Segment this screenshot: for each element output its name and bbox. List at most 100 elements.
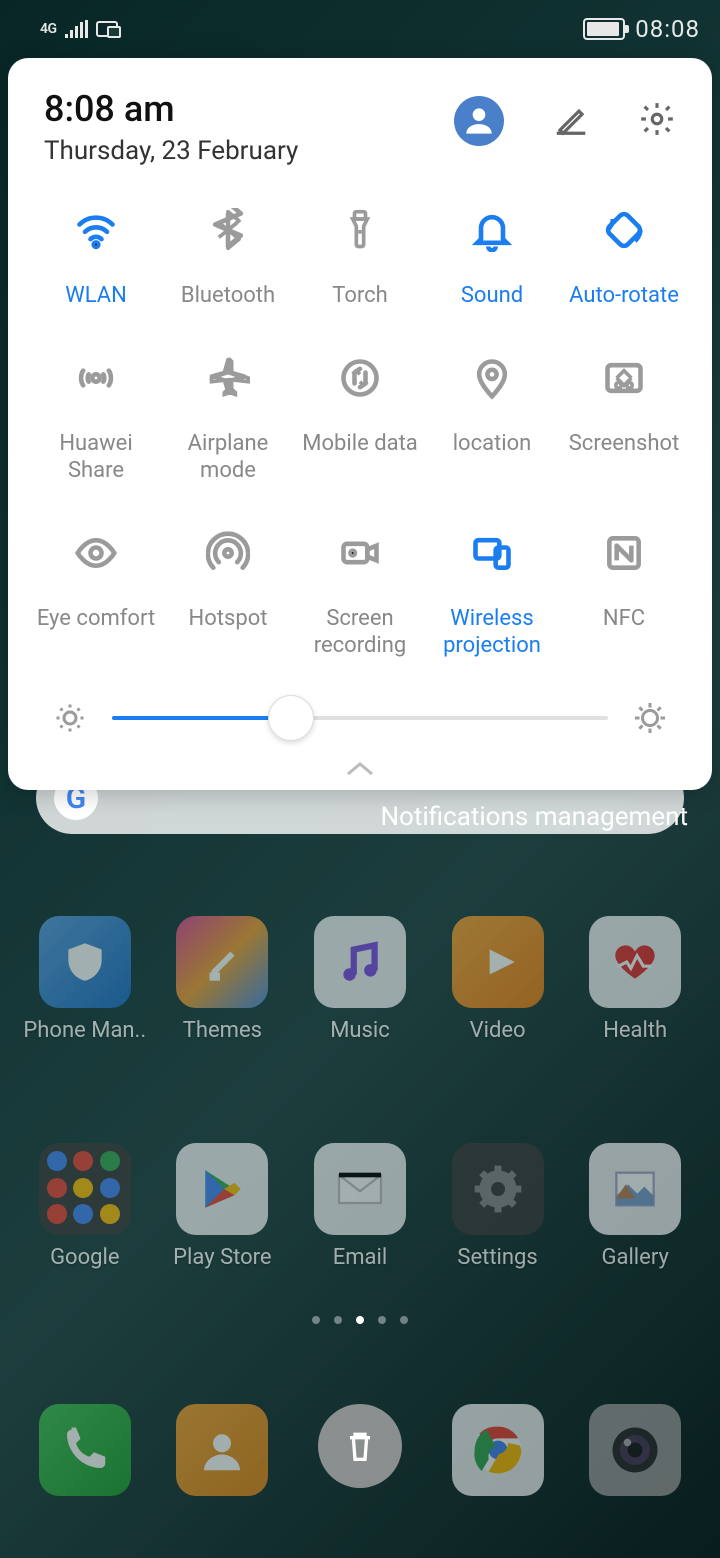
app-phone-man-[interactable]: Phone Man.. bbox=[16, 916, 154, 1043]
qs-tile-label: WLAN bbox=[65, 282, 127, 310]
app-label: Google bbox=[50, 1245, 119, 1270]
qs-tile-mobiledata[interactable]: Mobile data bbox=[296, 346, 424, 485]
contact-icon bbox=[176, 1404, 268, 1496]
app-google[interactable]: Google bbox=[16, 1143, 154, 1270]
app-settings[interactable]: Settings bbox=[429, 1143, 567, 1270]
qs-tile-location[interactable]: location bbox=[428, 346, 556, 485]
app-label: Themes bbox=[183, 1018, 262, 1043]
settings-button[interactable] bbox=[638, 100, 676, 142]
app-play-store[interactable]: Play Store bbox=[154, 1143, 292, 1270]
qs-tile-autorotate[interactable]: Auto-rotate bbox=[560, 198, 688, 310]
camcorder-icon bbox=[328, 521, 392, 585]
qs-tile-eyecomfort[interactable]: Eye comfort bbox=[32, 521, 160, 660]
music-icon bbox=[314, 916, 406, 1008]
qs-date: Thursday, 23 February bbox=[44, 136, 298, 166]
share-waves-icon bbox=[64, 346, 128, 410]
battery-icon bbox=[583, 18, 625, 40]
nfc-icon bbox=[592, 521, 656, 585]
qs-tile-label: Eye comfort bbox=[37, 605, 155, 633]
qs-tile-label: Sound bbox=[461, 282, 523, 310]
profile-button[interactable] bbox=[454, 96, 504, 146]
qs-tile-screenshot[interactable]: Screenshot bbox=[560, 346, 688, 485]
hotspot-icon bbox=[196, 521, 260, 585]
notifications-management-link[interactable]: Notifications management bbox=[8, 792, 712, 842]
app-contacts[interactable]: Contacts bbox=[154, 1404, 292, 1496]
eye-icon bbox=[64, 521, 128, 585]
app-trash[interactable]: Trash bbox=[291, 1404, 429, 1496]
rotate-icon bbox=[592, 198, 656, 262]
app-label: Health bbox=[603, 1018, 667, 1043]
cast-status-icon bbox=[96, 21, 118, 37]
network-badge: 4G bbox=[40, 21, 57, 37]
qs-tile-label: location bbox=[453, 430, 532, 458]
app-chrome[interactable]: Chrome bbox=[429, 1404, 567, 1496]
qs-tile-label: Bluetooth bbox=[181, 282, 275, 310]
app-grid: Phone Man.. Themes Music Video Health Google P… bbox=[16, 916, 704, 1270]
playstore-icon bbox=[176, 1143, 268, 1235]
wifi-icon bbox=[64, 198, 128, 262]
brightness-track[interactable] bbox=[112, 716, 608, 720]
flashlight-icon bbox=[328, 198, 392, 262]
brightness-thumb[interactable] bbox=[268, 695, 314, 741]
qs-tile-sound[interactable]: Sound bbox=[428, 198, 556, 310]
qs-tile-label: Airplane mode bbox=[164, 430, 292, 485]
qs-tile-hotspot[interactable]: Hotspot bbox=[164, 521, 292, 660]
qs-tile-label: Wireless projection bbox=[428, 605, 556, 660]
app-label: Play Store bbox=[173, 1245, 271, 1270]
app-label: Email bbox=[333, 1245, 387, 1270]
app-gallery[interactable]: Gallery bbox=[566, 1143, 704, 1270]
folder-icon bbox=[39, 1143, 131, 1235]
qs-tile-label: NFC bbox=[603, 605, 645, 633]
app-health[interactable]: Health bbox=[566, 916, 704, 1043]
app-music[interactable]: Music bbox=[291, 916, 429, 1043]
qs-tile-label: Mobile data bbox=[302, 430, 417, 458]
cast-icon bbox=[460, 521, 524, 585]
app-label: Settings bbox=[457, 1245, 537, 1270]
envelope-icon bbox=[314, 1143, 406, 1235]
expand-toggle[interactable] bbox=[32, 760, 688, 778]
brush-icon bbox=[176, 916, 268, 1008]
airplane-icon bbox=[196, 346, 260, 410]
qs-tile-nfc[interactable]: NFC bbox=[560, 521, 688, 660]
app-email[interactable]: Email bbox=[291, 1143, 429, 1270]
dock: PhoneContactsTrashChromeCamera bbox=[16, 1404, 704, 1496]
qs-tile-wlan[interactable]: WLAN bbox=[32, 198, 160, 310]
qs-tile-torch[interactable]: Torch bbox=[296, 198, 424, 310]
heart-icon bbox=[589, 916, 681, 1008]
qs-tile-screenrec[interactable]: Screen recording bbox=[296, 521, 424, 660]
pencil-icon bbox=[552, 100, 590, 138]
brightness-low-icon bbox=[52, 700, 88, 736]
qs-tile-wirelessproj[interactable]: Wireless projection bbox=[428, 521, 556, 660]
qs-tile-airplane[interactable]: Airplane mode bbox=[164, 346, 292, 485]
quick-settings-panel: 8:08 am Thursday, 23 February WLAN Blueto… bbox=[8, 58, 712, 790]
app-phone[interactable]: Phone bbox=[16, 1404, 154, 1496]
qs-tile-label: Screen recording bbox=[296, 605, 424, 660]
qs-tile-label: Hotspot bbox=[189, 605, 268, 633]
edit-button[interactable] bbox=[552, 100, 590, 142]
page-indicator bbox=[0, 1316, 720, 1324]
qs-header: 8:08 am Thursday, 23 February bbox=[32, 90, 688, 166]
qs-tile-label: Auto-rotate bbox=[569, 282, 679, 310]
status-time: 08:08 bbox=[635, 15, 700, 43]
bluetooth-icon bbox=[196, 198, 260, 262]
signal-bars-icon bbox=[65, 20, 88, 38]
app-video[interactable]: Video bbox=[429, 916, 567, 1043]
app-label: Gallery bbox=[602, 1245, 669, 1270]
qs-tile-bluetooth[interactable]: Bluetooth bbox=[164, 198, 292, 310]
app-themes[interactable]: Themes bbox=[154, 916, 292, 1043]
shield-icon bbox=[39, 916, 131, 1008]
qs-tile-label: Huawei Share bbox=[32, 430, 160, 485]
status-bar: 4G 08:08 bbox=[0, 0, 720, 58]
app-camera[interactable]: Camera bbox=[566, 1404, 704, 1496]
mobile-data-icon bbox=[328, 346, 392, 410]
brightness-slider[interactable] bbox=[32, 700, 688, 736]
bell-icon bbox=[460, 198, 524, 262]
app-label: Video bbox=[470, 1018, 526, 1043]
camera-icon bbox=[589, 1404, 681, 1496]
app-label: Phone Man.. bbox=[23, 1018, 146, 1043]
qs-time: 8:08 am bbox=[44, 90, 298, 130]
qs-tile-label: Screenshot bbox=[569, 430, 680, 458]
phone-icon bbox=[39, 1404, 131, 1496]
brightness-high-icon bbox=[632, 700, 668, 736]
qs-tile-huaweishare[interactable]: Huawei Share bbox=[32, 346, 160, 485]
